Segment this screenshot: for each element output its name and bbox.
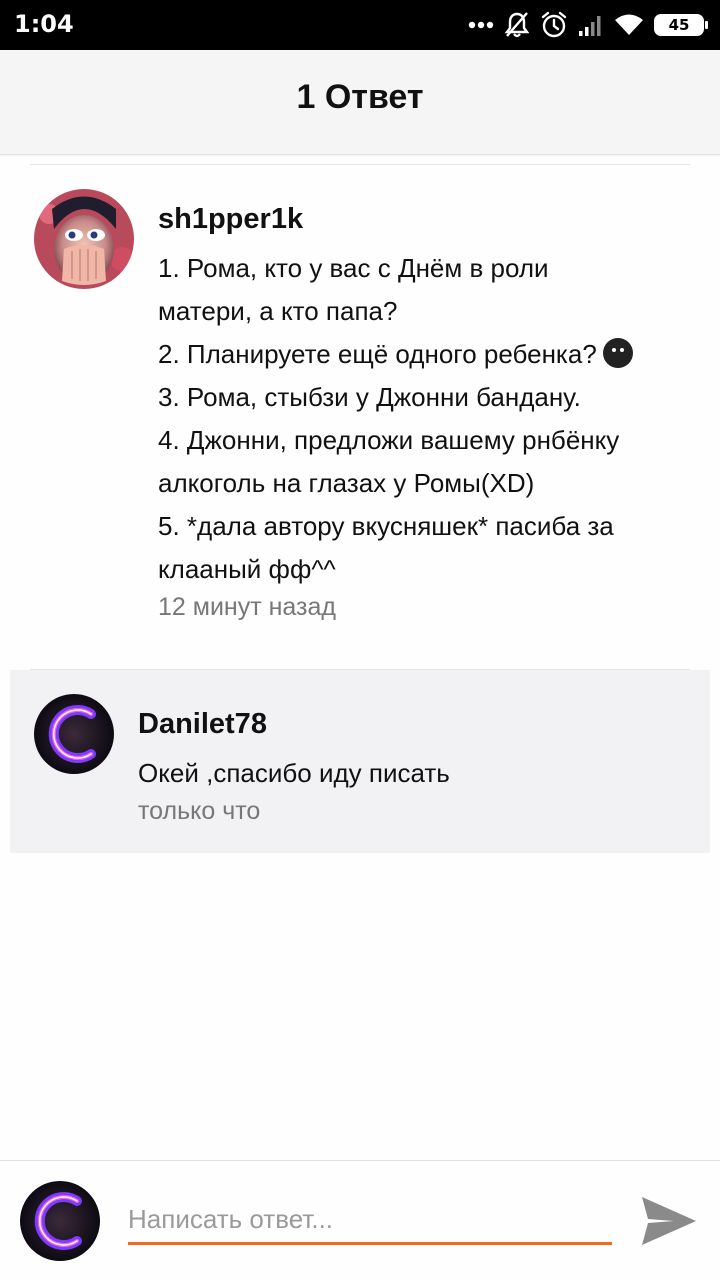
emoji-icon (602, 338, 633, 368)
send-icon (642, 1197, 696, 1245)
send-button[interactable] (640, 1193, 698, 1249)
reply-comment[interactable]: Danilet78 Окей ,спасибо иду писать тольк… (10, 670, 710, 853)
comment-author[interactable]: sh1pper1k (158, 203, 303, 236)
screen: 1:04 45 1 Ответ sh1pper1k 1. Рома, кто у… (0, 0, 720, 1280)
comment-line: 4. Джонни, предложи вашему рнбёнку (158, 425, 620, 455)
battery-icon: 45 (654, 14, 708, 36)
reply-text: Окей ,спасибо иду писать (138, 758, 450, 788)
reply-input[interactable] (128, 1197, 612, 1245)
comment-text: 1. Рома, кто у вас с Днём в роли матери,… (158, 247, 633, 591)
comment-timestamp: 12 минут назад (158, 593, 336, 621)
comment-line: алкоголь на глазах у Ромы(XD) (158, 468, 535, 498)
reply-author[interactable]: Danilet78 (138, 708, 267, 741)
page-title: 1 Ответ (296, 78, 424, 116)
comment-line: 5. *дала автору вкусняшек* пасиба за (158, 511, 614, 541)
comment-line: 3. Рома, стыбзи у Джонни бандану. (158, 382, 581, 412)
avatar[interactable] (34, 189, 134, 289)
status-time: 1:04 (14, 10, 74, 38)
wifi-icon (615, 14, 643, 35)
status-icons: 45 (468, 8, 708, 42)
signal-icon (579, 16, 601, 36)
original-comment[interactable]: sh1pper1k 1. Рома, кто у вас с Днём в ро… (0, 165, 720, 665)
comment-line: матери, а кто папа? (158, 296, 398, 326)
more-dots-icon (468, 21, 494, 29)
reply-timestamp: только что (138, 797, 261, 825)
comment-line: клааный фф^^ (158, 554, 336, 584)
avatar[interactable] (34, 694, 114, 774)
notifications-muted-icon (504, 12, 530, 38)
header: 1 Ответ (0, 50, 720, 155)
reply-composer (0, 1160, 720, 1280)
comment-line: 2. Планируете ещё одного ребенка? (158, 333, 633, 376)
my-avatar[interactable] (20, 1181, 100, 1261)
status-bar: 1:04 45 (0, 0, 720, 50)
battery-level: 45 (668, 16, 690, 34)
comment-line: 1. Рома, кто у вас с Днём в роли (158, 253, 549, 283)
alarm-icon (541, 11, 567, 38)
comment-line-text: 2. Планируете ещё одного ребенка? (158, 339, 597, 369)
